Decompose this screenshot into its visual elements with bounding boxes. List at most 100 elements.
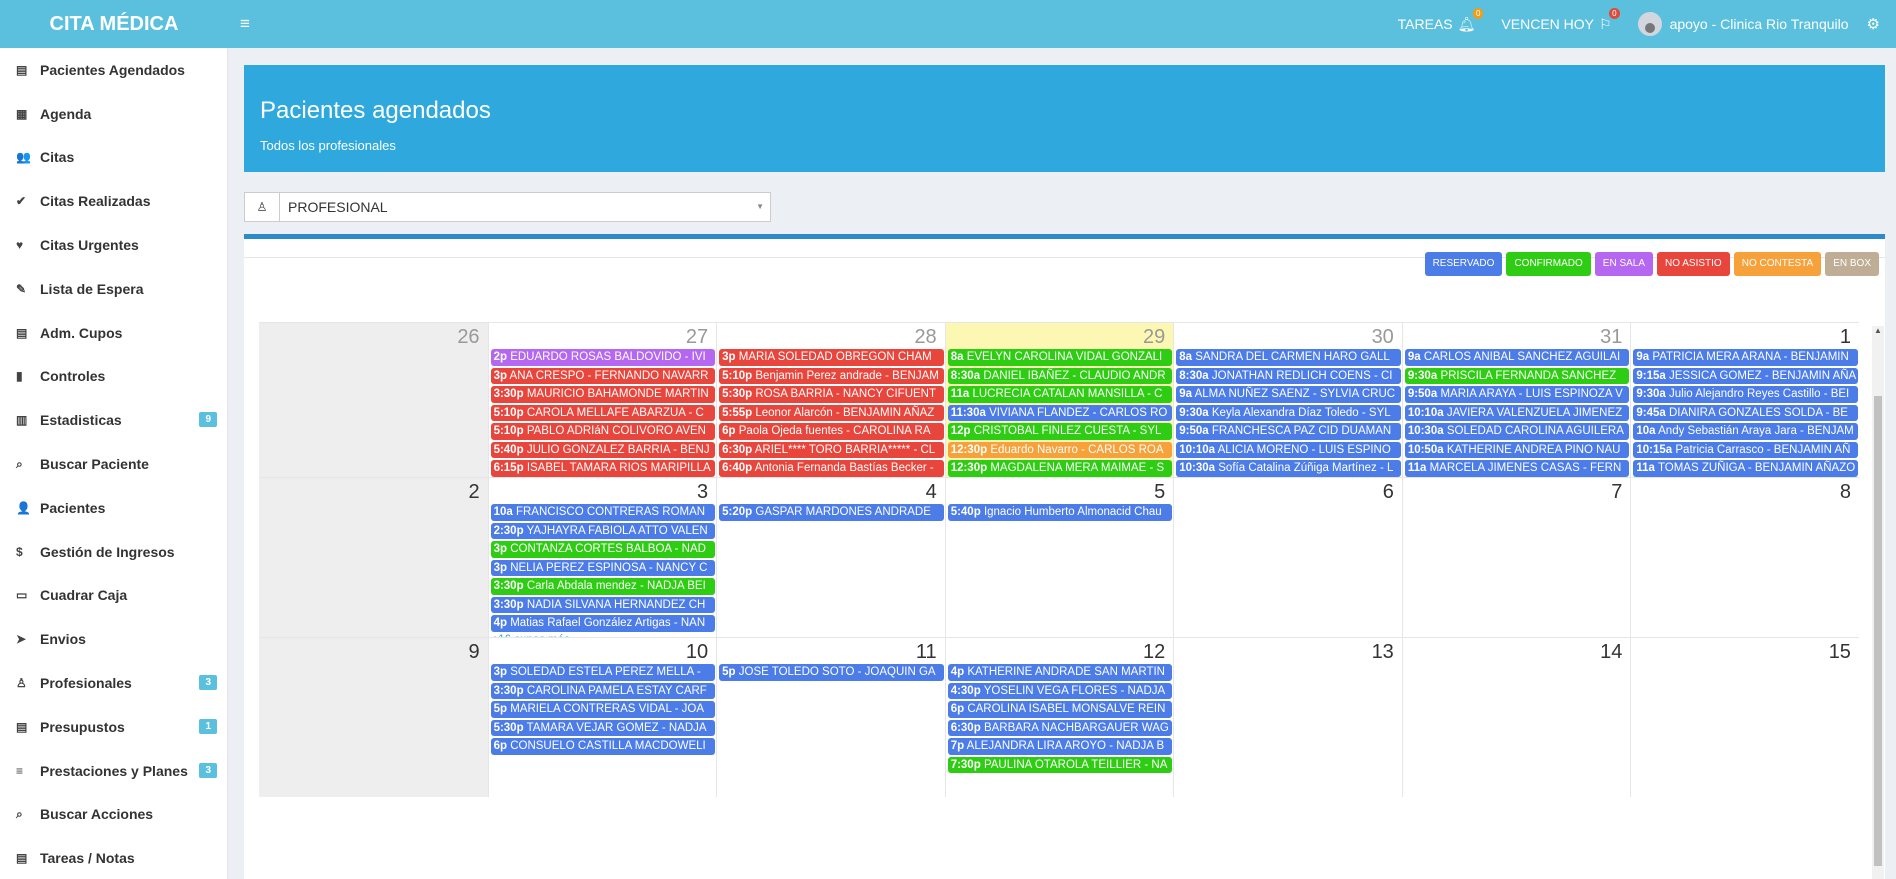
day-number[interactable]: 26 (259, 323, 488, 349)
sidebar-item-cuadrar-caja[interactable]: ▭ Cuadrar Caja (0, 574, 227, 618)
sidebar-item-pacientes[interactable]: 👤 Pacientes (0, 486, 227, 530)
appointment-event[interactable]: 6:30p BARBARA NACHBARGAUER WAG (947, 719, 1173, 736)
calendar-day[interactable]: 27 2p EDUARDO ROSAS BALDOVIDO - IVI 3p ANA… (487, 323, 717, 477)
sidebar-item-profesionales[interactable]: ♙ Profesionales 3 (0, 661, 227, 705)
appointment-event[interactable]: 3p NELIA PEREZ ESPINOSA - NANCY C (490, 559, 716, 576)
profesional-select[interactable]: PROFESIONAL ▼ (280, 192, 771, 222)
user-menu[interactable]: apoyo - Clinica Rio Tranquilo (1637, 12, 1849, 36)
hamburger-menu-icon[interactable]: ≡ (240, 14, 260, 34)
calendar-day[interactable]: 29 8a EVELYN CAROLINA VIDAL GONZALI 8:30a … (944, 323, 1174, 477)
appointment-event[interactable]: 5:55p Leonor Alarcón - BENJAMIN AÑAZ (719, 404, 944, 421)
appointment-event[interactable]: 3:30p CAROLINA PAMELA ESTAY CARF (490, 682, 716, 699)
appointment-event[interactable]: 6p CAROLINA ISABEL MONSALVE REIN (947, 701, 1173, 718)
appointment-event[interactable]: 2:30p YAJHAYRA FABIOLA ATTO VALEN (490, 522, 716, 539)
appointment-event[interactable]: 5:40p JULIO GONZALEZ BARRIA - BENJ (490, 441, 716, 458)
calendar-day[interactable]: 6 (1173, 478, 1402, 637)
sidebar-item-buscar-acciones[interactable]: ⌕ Buscar Acciones (0, 793, 227, 837)
appointment-event[interactable]: 9:30a Keyla Alexandra Díaz Toledo - SYL (1176, 404, 1401, 421)
calendar-day[interactable]: 5 5:40p Ignacio Humberto Almonacid Chau (944, 478, 1174, 637)
appointment-event[interactable]: 12:30p Eduardo Navarro - CARLOS ROA (947, 441, 1173, 458)
day-number[interactable]: 9 (259, 638, 488, 664)
appointment-event[interactable]: 3p MARIA SOLEDAD OBREGON CHAM (719, 349, 944, 366)
day-number[interactable]: 6 (1174, 478, 1402, 504)
day-number[interactable]: 5 (946, 478, 1174, 504)
day-number[interactable]: 7 (1403, 478, 1631, 504)
sidebar-item-estadisticas[interactable]: ▥ Estadisticas 9 (0, 398, 227, 442)
sidebar-item-agenda[interactable]: ▦ Agenda (0, 92, 227, 136)
sidebar-item-pacientes-agendados[interactable]: ▤ Pacientes Agendados (0, 48, 227, 92)
sidebar-item-lista-de-espera[interactable]: ✎ Lista de Espera (0, 267, 227, 311)
appointment-event[interactable]: 10a Andy Sebastián Araya Jara - BENJAM (1633, 423, 1858, 440)
calendar-day[interactable]: 4 5:20p GASPAR MARDONES ANDRADE (716, 478, 945, 637)
appointment-event[interactable]: 11:30a VIVIANA FLANDEZ - CARLOS RO (947, 404, 1173, 421)
appointment-event[interactable]: 6:15p ISABEL TAMARA RIOS MARIPILLA (490, 460, 716, 477)
gears-icon[interactable]: ⚙ (1867, 15, 1880, 33)
appointment-event[interactable]: 6:30p ARIEL**** TORO BARRIA***** - CL (719, 441, 944, 458)
day-number[interactable]: 2 (259, 478, 488, 504)
day-number[interactable]: 4 (717, 478, 945, 504)
day-number[interactable]: 10 (489, 638, 717, 664)
day-number[interactable]: 27 (489, 323, 717, 349)
day-number[interactable]: 11 (717, 638, 945, 664)
calendar-day[interactable]: 1 9a PATRICIA MERA ARANA - BENJAMIN 9:15a … (1630, 323, 1859, 477)
sidebar-item-controles[interactable]: ▮ Controles (0, 355, 227, 399)
appointment-event[interactable]: 10:30a Sofía Catalina Zúñiga Martínez - … (1176, 460, 1401, 477)
appointment-event[interactable]: 10:10a JAVIERA VALENZUELA JIMENEZ (1404, 404, 1630, 421)
day-number[interactable]: 15 (1631, 638, 1859, 664)
day-number[interactable]: 12 (946, 638, 1174, 664)
calendar-day[interactable]: 28 3p MARIA SOLEDAD OBREGON CHAM 5:10p Ben… (716, 323, 945, 477)
calendar-day[interactable]: 26 (259, 323, 488, 477)
appointment-event[interactable]: 8:30a JONATHAN REDLICH COENS - CI (1176, 367, 1401, 384)
appointment-event[interactable]: 9:15a JESSICA GOMEZ - BENJAMIN AÑA (1633, 367, 1858, 384)
appointment-event[interactable]: 9:30a PRISCILA FERNANDA SANCHEZ (1404, 367, 1630, 384)
appointment-event[interactable]: 12p CRISTOBAL FINLEZ CUESTA - SYL (947, 423, 1173, 440)
calendar-day[interactable]: 31 9a CARLOS ANIBAL SANCHEZ AGUILAI 9:30a … (1401, 323, 1631, 477)
day-number[interactable]: 14 (1403, 638, 1631, 664)
appointment-event[interactable]: 4:30p YOSELIN VEGA FLORES - NADJA (947, 682, 1173, 699)
appointment-event[interactable]: 3p ANA CRESPO - FERNANDO NAVARR (490, 367, 716, 384)
calendar-scrollbar[interactable]: ▲ (1872, 326, 1884, 879)
day-number[interactable]: 29 (946, 323, 1174, 349)
appointment-event[interactable]: 5:10p CAROLA MELLAFE ABARZUA - C (490, 404, 716, 421)
appointment-event[interactable]: 3:30p NADIA SILVANA HERNANDEZ CH (490, 596, 716, 613)
appointment-event[interactable]: 5p JOSE TOLEDO SOTO - JOAQUIN GA (719, 664, 944, 681)
brand-logo[interactable]: CITA MÉDICA (0, 0, 228, 48)
day-number[interactable]: 3 (489, 478, 717, 504)
sidebar-item-prestaciones-y-planes[interactable]: ≡ Prestaciones y Planes 3 (0, 749, 227, 793)
appointment-event[interactable]: 10:50a KATHERINE ANDREA PINO NAU (1404, 441, 1630, 458)
calendar-day[interactable]: 2 (259, 478, 488, 637)
calendar-day[interactable]: 30 8a SANDRA DEL CARMEN HARO GALL 8:30a JO… (1173, 323, 1402, 477)
appointment-event[interactable]: 6p Paola Ojeda fuentes - CAROLINA RA (719, 423, 944, 440)
calendar-day[interactable]: 12 4p KATHERINE ANDRADE SAN MARTIN 4:30p Y… (944, 638, 1174, 797)
vencen-hoy-menu[interactable]: VENCEN HOY ⚐ 0 (1501, 7, 1620, 33)
appointment-event[interactable]: 12:30p MAGDALENA MERA MAIMAE - S (947, 460, 1173, 477)
sidebar-item-presupustos[interactable]: ▤ Presupustos 1 (0, 705, 227, 749)
appointment-event[interactable]: 9:50a FRANCHESCA PAZ CID DUAMAN (1176, 423, 1401, 440)
appointment-event[interactable]: 5:30p ROSA BARRIA - NANCY CIFUENT (719, 386, 944, 403)
appointment-event[interactable]: 7p ALEJANDRA LIRA AROYO - NADJA B (947, 738, 1173, 755)
appointment-event[interactable]: 5:10p Benjamin Perez andrade - BENJAM (719, 367, 944, 384)
appointment-event[interactable]: 8:30a DANIEL IBAÑEZ - CLAUDIO ANDR (947, 367, 1173, 384)
calendar-day[interactable]: 10 3p SOLEDAD ESTELA PEREZ MELLA -3:30p C… (487, 638, 717, 797)
appointment-event[interactable]: 4p KATHERINE ANDRADE SAN MARTIN (947, 664, 1173, 681)
appointment-event[interactable]: 5:20p GASPAR MARDONES ANDRADE (719, 504, 944, 521)
appointment-event[interactable]: 5:10p PABLO ADRIáN COLIVORO AVEN (490, 423, 716, 440)
appointment-event[interactable]: 9a PATRICIA MERA ARANA - BENJAMIN (1633, 349, 1858, 366)
sidebar-item-adm-cupos[interactable]: ▤ Adm. Cupos (0, 311, 227, 355)
appointment-event[interactable]: 5p MARIELA CONTRERAS VIDAL - JOA (490, 701, 716, 718)
calendar-day[interactable]: 11 5p JOSE TOLEDO SOTO - JOAQUIN GA (716, 638, 945, 797)
calendar-day[interactable]: 14 (1401, 638, 1631, 797)
appointment-event[interactable]: 9a CARLOS ANIBAL SANCHEZ AGUILAI (1404, 349, 1630, 366)
sidebar-item-citas[interactable]: 👥 Citas (0, 136, 227, 180)
sidebar-item-envios[interactable]: ➤ Envios (0, 617, 227, 661)
day-number[interactable]: 1 (1631, 323, 1859, 349)
tareas-menu[interactable]: TAREAS 🔔︎ 0 (1398, 7, 1484, 33)
appointment-event[interactable]: 10:15a Patricia Carrasco - BENJAMIN AÑ (1633, 441, 1858, 458)
appointment-event[interactable]: 8a SANDRA DEL CARMEN HARO GALL (1176, 349, 1401, 366)
appointment-event[interactable]: 3:30p Carla Abdala mendez - NADJA BEI (490, 578, 716, 595)
appointment-event[interactable]: 9:45a DIANIRA GONZALES SOLDA - BE (1633, 404, 1858, 421)
appointment-event[interactable]: 9a ALMA NUÑEZ SAENZ - SYLVIA CRUC (1176, 386, 1401, 403)
day-number[interactable]: 13 (1174, 638, 1402, 664)
appointment-event[interactable]: 6:40p Antonia Fernanda Bastías Becker - (719, 460, 944, 477)
appointment-event[interactable]: 6p CONSUELO CASTILLA MACDOWELI (490, 738, 716, 755)
